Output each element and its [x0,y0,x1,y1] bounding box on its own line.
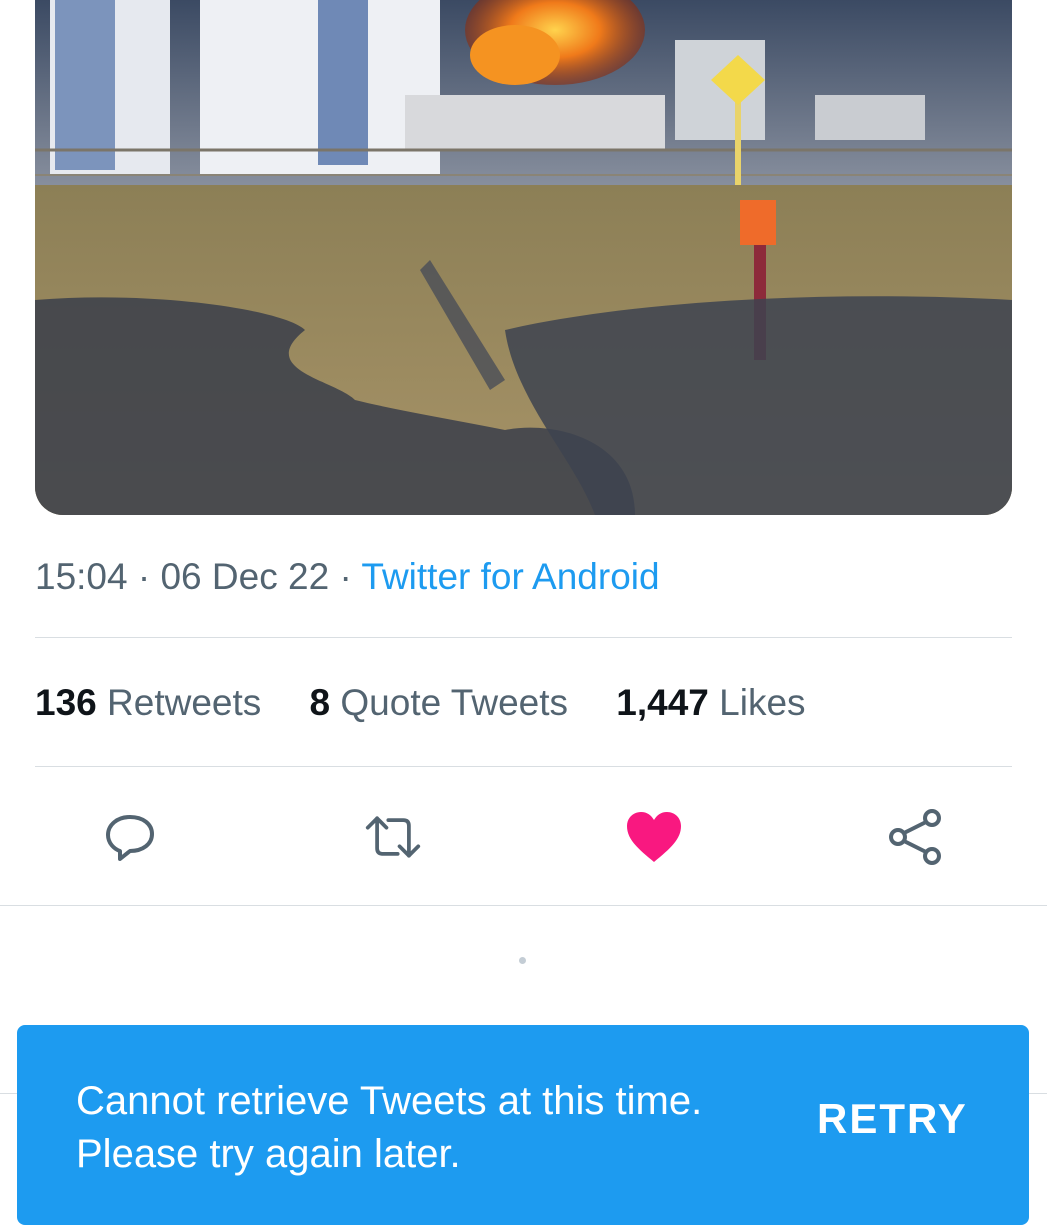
reply-icon [106,815,154,861]
likes-count: 1,447 [616,682,709,723]
page-indicator-dot [519,957,526,964]
quote-tweets-count: 8 [309,682,331,723]
divider [0,905,1047,906]
retweets-count: 136 [35,682,97,723]
quote-tweets-label: Quote Tweets [340,682,569,723]
likes-stat[interactable]: 1,447 Likes [616,682,805,723]
retry-button[interactable]: RETRY [817,1095,968,1143]
likes-label: Likes [719,682,806,723]
meta-separator: · [137,556,151,597]
tweet-source-link[interactable]: Twitter for Android [361,556,659,597]
heart-icon [627,812,681,862]
divider [35,766,1012,767]
like-button[interactable] [625,808,683,866]
tweet-media[interactable] [35,0,1012,515]
reply-button[interactable] [101,808,159,866]
divider [35,637,1012,638]
retweet-button[interactable] [364,808,422,866]
snackbar-message: Cannot retrieve Tweets at this time. Ple… [76,1079,703,1176]
retweet-icon [365,816,421,858]
tweet-meta: 15:04 · 06 Dec 22 · Twitter for Android [35,552,660,602]
tweet-stats: 136 Retweets 8 Quote Tweets 1,447 Likes [35,678,844,728]
meta-separator: · [339,556,352,597]
error-snackbar: Cannot retrieve Tweets at this time. Ple… [17,1025,1029,1225]
retweets-label: Retweets [107,682,262,723]
share-button[interactable] [886,808,944,866]
retweets-stat[interactable]: 136 Retweets [35,682,261,723]
share-icon [889,809,941,865]
quote-tweets-stat[interactable]: 8 Quote Tweets [310,682,568,723]
media-image [35,0,1012,515]
tweet-time: 15:04 [35,556,128,597]
tweet-date: 06 Dec 22 [160,556,330,597]
